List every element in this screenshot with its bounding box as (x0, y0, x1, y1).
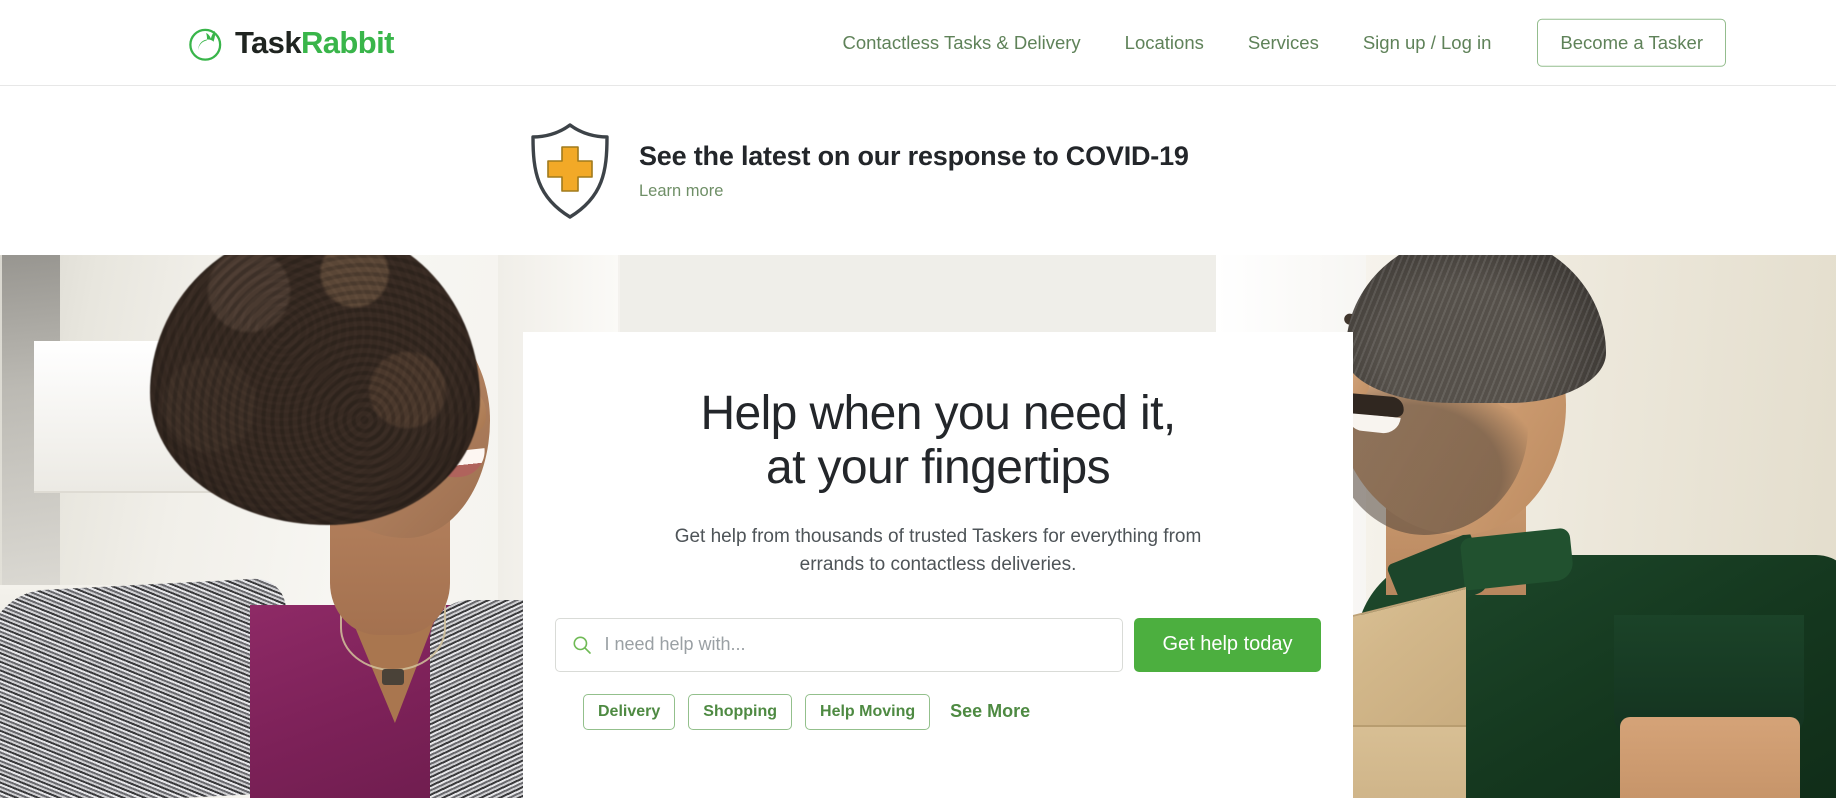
hero-subtitle-line1: Get help from thousands of trusted Taske… (674, 525, 1202, 547)
hero-title-line1: Help when you need it, (700, 387, 1176, 440)
hero-subtitle-line2: errands to contactless deliveries. (799, 554, 1077, 575)
logo-text: TaskRabbit (235, 27, 394, 58)
covid-banner: See the latest on our response to COVID-… (0, 86, 1836, 255)
covid-banner-copy: See the latest on our response to COVID-… (639, 140, 1339, 201)
rabbit-icon (189, 28, 222, 61)
nav-link-locations[interactable]: Locations (1125, 25, 1204, 60)
taskrabbit-logo[interactable]: TaskRabbit (186, 22, 394, 64)
see-more-link[interactable]: See More (950, 701, 1030, 722)
chip-help-moving[interactable]: Help Moving (805, 693, 931, 730)
shield-plus-icon (531, 122, 609, 219)
become-a-tasker-button[interactable]: Become a Tasker (1537, 18, 1726, 67)
nav-link-contactless-tasks-delivery[interactable]: Contactless Tasks & Delivery (842, 25, 1080, 60)
nav-link-signup-login[interactable]: Sign up / Log in (1363, 25, 1492, 60)
site-header: TaskRabbit Contactless Tasks & Delivery … (0, 0, 1836, 86)
search-icon (573, 635, 592, 654)
chip-shopping[interactable]: Shopping (688, 693, 793, 730)
hero-card: Help when you need it, at your fingertip… (523, 332, 1353, 798)
hero-title: Help when you need it, at your fingertip… (583, 387, 1293, 495)
get-help-today-button[interactable]: Get help today (1134, 617, 1321, 672)
logo-text-rabbit: Rabbit (300, 25, 394, 60)
chip-delivery[interactable]: Delivery (583, 693, 676, 730)
covid-learn-more-link[interactable]: Learn more (639, 182, 723, 201)
logo-text-task: Task (235, 25, 302, 60)
hero-subtitle: Get help from thousands of trusted Taske… (583, 523, 1293, 580)
search-input[interactable] (604, 634, 1107, 655)
nav-link-services[interactable]: Services (1248, 25, 1319, 60)
hero-search-row: Get help today (555, 617, 1321, 672)
main-navigation: Contactless Tasks & Delivery Locations S… (842, 18, 1726, 67)
covid-banner-title: See the latest on our response to COVID-… (639, 140, 1189, 171)
hero-section: Help when you need it, at your fingertip… (0, 255, 1836, 798)
page-root: TaskRabbit Contactless Tasks & Delivery … (0, 0, 1836, 798)
search-box[interactable] (555, 617, 1124, 672)
suggested-task-chips: Delivery Shopping Help Moving See More (583, 693, 1293, 730)
hero-title-line2: at your fingertips (765, 440, 1111, 494)
